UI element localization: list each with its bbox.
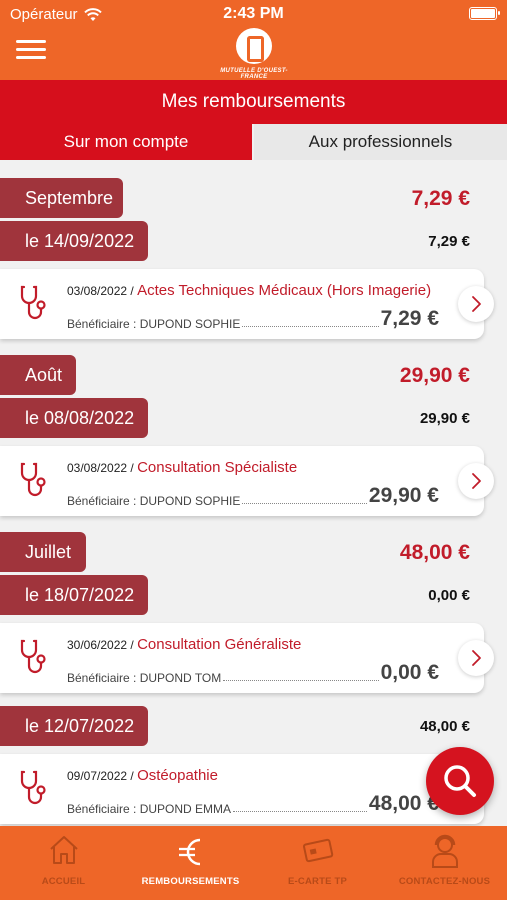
payment-total: 0,00 €	[428, 587, 470, 604]
reimbursement-card[interactable]: 03/08/2022 / Actes Techniques Médicaux (…	[0, 269, 494, 339]
menu-line	[16, 56, 46, 59]
separator: /	[127, 284, 138, 298]
stethoscope-icon	[20, 462, 46, 497]
payment-date: le 08/08/2022	[0, 398, 148, 438]
reimbursement-card[interactable]: 03/08/2022 / Consultation Spécialiste Bé…	[0, 446, 494, 516]
month-label: Août	[0, 355, 76, 395]
payment-total: 48,00 €	[419, 718, 470, 735]
brand-logo: MUTUELLE D'OUEST-FRANCE	[213, 28, 295, 80]
beneficiary-line: Bénéficiaire : DUPOND TOM 0,00 €	[67, 661, 439, 685]
hamburger-menu-button[interactable]	[16, 40, 46, 62]
logo-text: MUTUELLE D'OUEST-FRANCE	[220, 68, 288, 80]
nav-accueil[interactable]: ACCUEIL	[0, 826, 127, 900]
nav-remboursements[interactable]: REMBOURSEMENTS	[127, 826, 254, 900]
care-line: 30/06/2022 / Consultation Généraliste	[67, 636, 301, 653]
beneficiary-line: Bénéficiaire : DUPOND SOPHIE 29,90 €	[67, 484, 439, 508]
beneficiary: Bénéficiaire : DUPOND EMMA	[67, 802, 232, 816]
payment-date: le 18/07/2022	[0, 575, 148, 615]
care-act: Consultation Spécialiste	[137, 459, 298, 476]
care-act: Actes Techniques Médicaux (Hors Imagerie…	[137, 282, 432, 299]
menu-line	[16, 48, 46, 51]
month-label: Septembre	[0, 178, 123, 218]
euro-icon	[178, 838, 200, 866]
logo-mark-icon	[236, 28, 272, 64]
contact-icon	[431, 834, 458, 868]
nav-label: E-CARTE TP	[288, 876, 347, 887]
page-title: Mes remboursements	[0, 80, 507, 124]
payment-total: 7,29 €	[428, 233, 470, 250]
separator: /	[127, 461, 138, 475]
nav-label: CONTACTEZ-NOUS	[398, 876, 491, 887]
bottom-nav: ACCUEIL REMBOURSEMENTS E-CARTE TP CONTAC…	[0, 826, 507, 900]
clock: 2:43 PM	[223, 5, 284, 22]
stethoscope-icon	[20, 770, 46, 805]
care-amount: 0,00 €	[380, 661, 439, 684]
search-button[interactable]	[426, 747, 494, 815]
reimbursement-card[interactable]: 09/07/2022 / Ostéopathie Bénéficiaire : …	[0, 754, 484, 824]
separator: /	[127, 638, 138, 652]
care-act: Ostéopathie	[137, 767, 218, 784]
payment-total: 29,90 €	[419, 410, 470, 427]
nav-label: ACCUEIL	[41, 876, 86, 887]
chevron-right-icon[interactable]	[458, 286, 494, 322]
tab-bar: Sur mon compte Aux professionnels	[0, 124, 507, 160]
reimbursement-card[interactable]: 30/06/2022 / Consultation Généraliste Bé…	[0, 623, 494, 693]
month-total: 29,90 €	[399, 364, 470, 387]
battery-icon	[469, 7, 500, 20]
month-total: 48,00 €	[399, 541, 470, 564]
dotted-leader	[233, 811, 367, 812]
payment-date: le 14/09/2022	[0, 221, 148, 261]
month-total: 7,29 €	[411, 187, 470, 210]
care-act: Consultation Généraliste	[137, 636, 302, 653]
care-line: 03/08/2022 / Actes Techniques Médicaux (…	[67, 282, 431, 299]
nav-e-carte-tp[interactable]: E-CARTE TP	[254, 826, 381, 900]
care-line: 03/08/2022 / Consultation Spécialiste	[67, 459, 297, 476]
beneficiary-line: Bénéficiaire : DUPOND SOPHIE 7,29 €	[67, 307, 439, 331]
care-date: 03/08/2022	[67, 284, 128, 298]
tab-sur-mon-compte[interactable]: Sur mon compte	[0, 124, 252, 160]
care-amount: 7,29 €	[380, 307, 439, 330]
search-icon	[444, 765, 476, 797]
stethoscope-icon	[20, 285, 46, 320]
beneficiary: Bénéficiaire : DUPOND TOM	[67, 671, 222, 685]
home-icon	[49, 836, 78, 864]
care-line: 09/07/2022 / Ostéopathie	[67, 767, 218, 784]
care-date: 03/08/2022	[67, 461, 128, 475]
separator: /	[127, 769, 138, 783]
beneficiary: Bénéficiaire : DUPOND SOPHIE	[67, 317, 241, 331]
beneficiary: Bénéficiaire : DUPOND SOPHIE	[67, 494, 241, 508]
dotted-leader	[242, 326, 379, 327]
care-amount: 29,90 €	[368, 484, 439, 507]
dotted-leader	[223, 680, 379, 681]
card-icon	[302, 838, 333, 863]
top-bar: Opérateur 2:43 PM MUTUELLE D'OUEST-FRANC…	[0, 0, 507, 80]
care-date: 30/06/2022	[67, 638, 128, 652]
menu-line	[16, 40, 46, 43]
status-bar: Opérateur 2:43 PM	[0, 0, 507, 28]
beneficiary-line: Bénéficiaire : DUPOND EMMA 48,00 €	[67, 792, 439, 816]
nav-contactez-nous[interactable]: CONTACTEZ-NOUS	[381, 826, 507, 900]
care-date: 09/07/2022	[67, 769, 128, 783]
tab-aux-professionnels[interactable]: Aux professionnels	[254, 124, 507, 160]
payment-date: le 12/07/2022	[0, 706, 148, 746]
chevron-right-icon[interactable]	[458, 463, 494, 499]
nav-label: REMBOURSEMENTS	[141, 876, 240, 887]
stethoscope-icon	[20, 639, 46, 674]
chevron-right-icon[interactable]	[458, 640, 494, 676]
month-label: Juillet	[0, 532, 86, 572]
dotted-leader	[242, 503, 367, 504]
reimbursement-list[interactable]: Septembre 7,29 € le 14/09/2022 7,29 € 03…	[0, 160, 507, 826]
